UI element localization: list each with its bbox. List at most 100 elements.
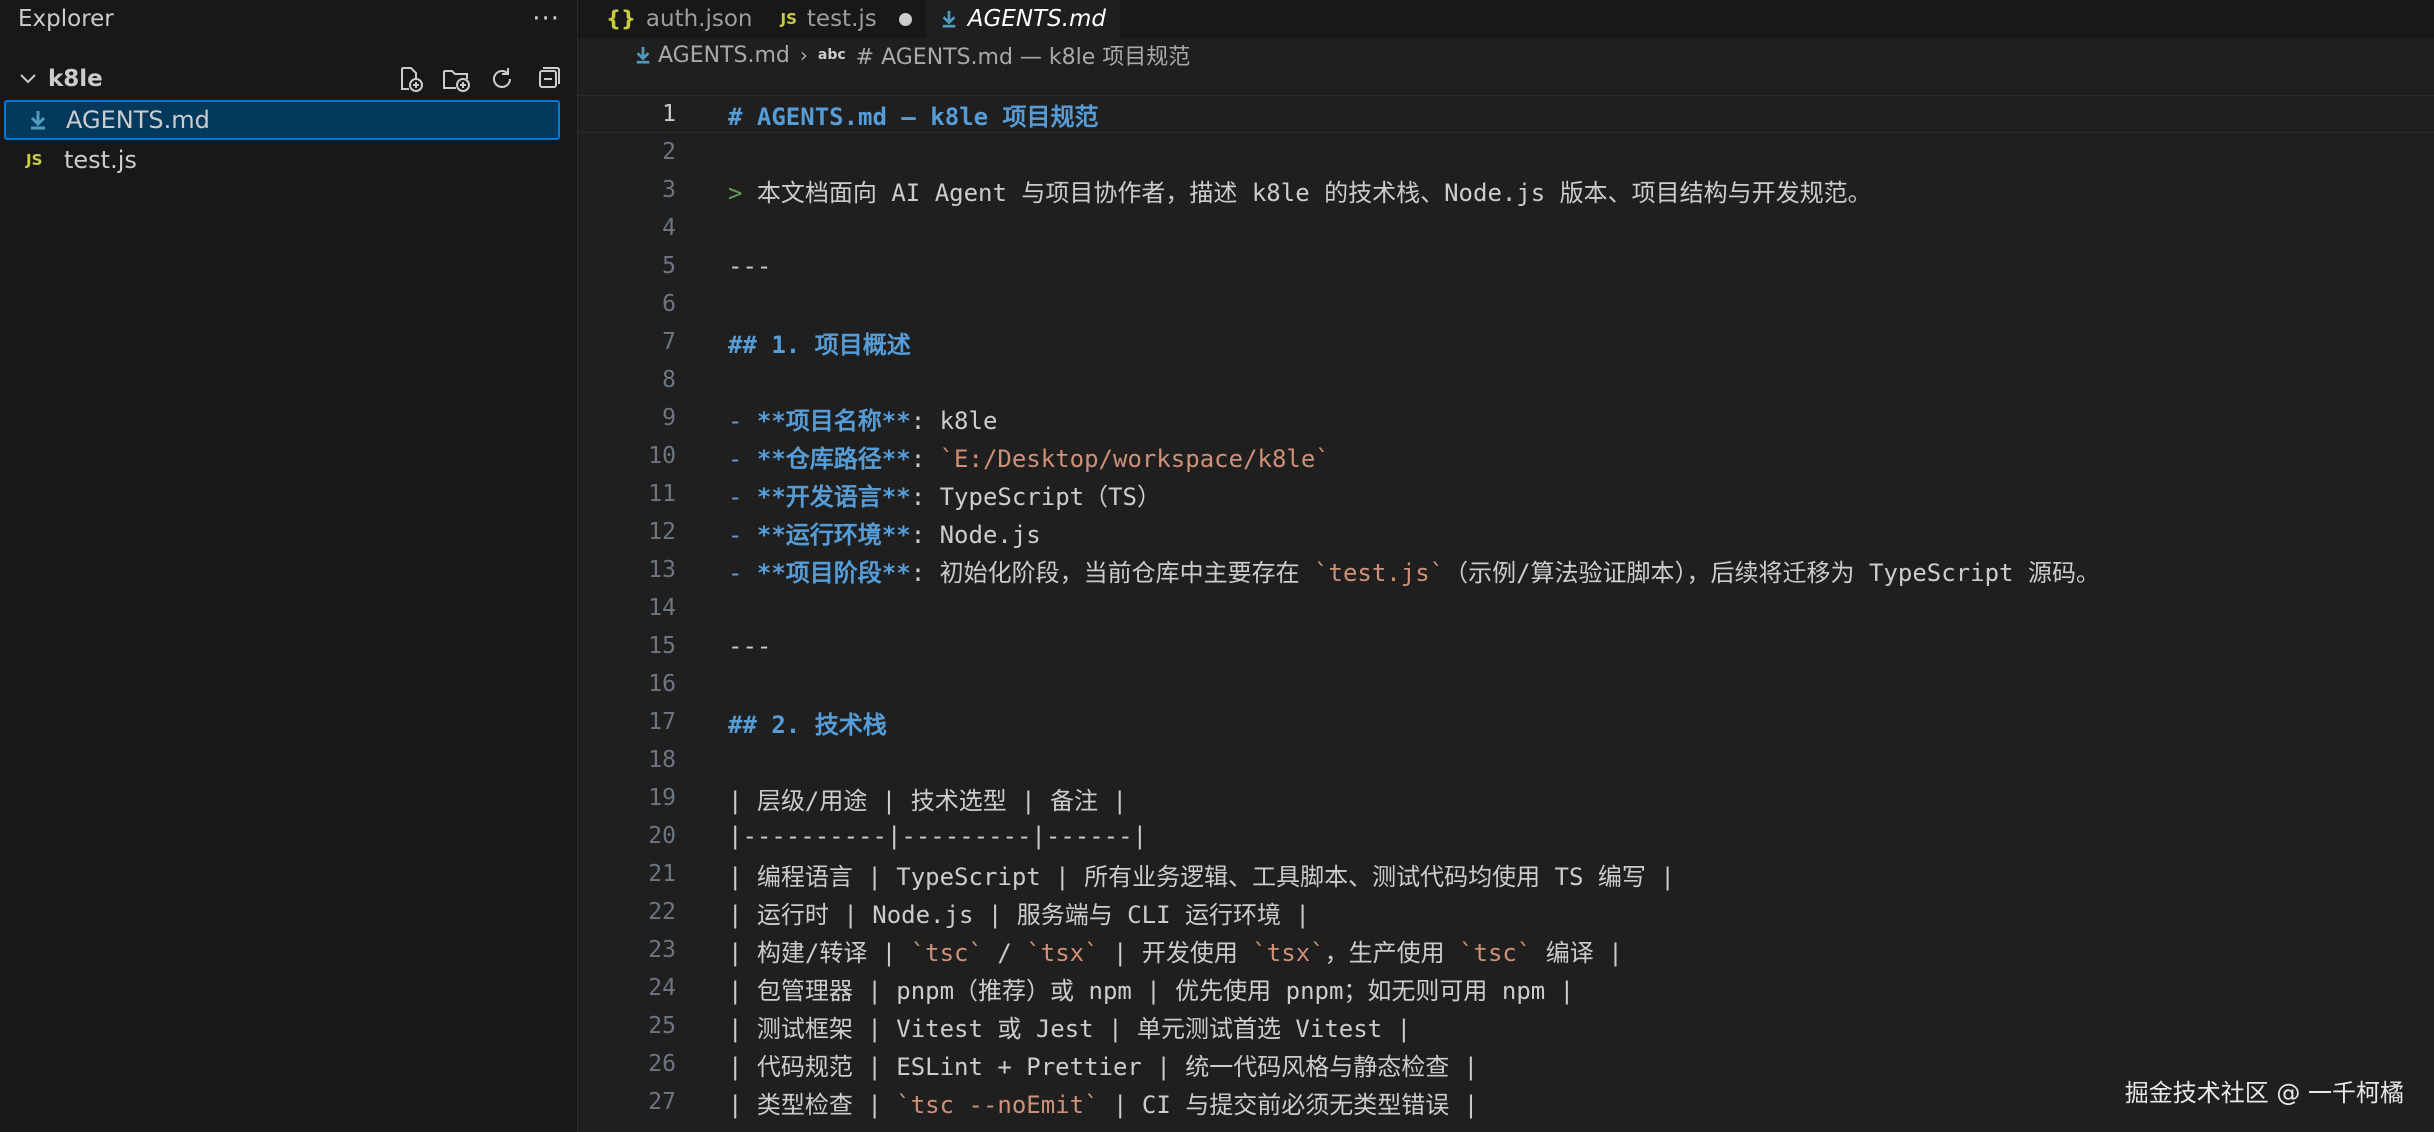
code-line[interactable]: 20 |----------|---------|------| xyxy=(578,817,2434,855)
code-token: --- xyxy=(728,252,772,280)
line-number: 11 xyxy=(648,481,676,507)
file-name: test.js xyxy=(64,146,137,174)
code-token: - xyxy=(728,482,757,511)
string-symbol-icon: abc xyxy=(817,47,846,63)
code-line[interactable]: 8 xyxy=(578,361,2434,399)
new-file-icon xyxy=(401,67,423,92)
folder-row-k8le[interactable]: k8le xyxy=(0,58,578,100)
line-text: ## 1. 项目概述 xyxy=(676,325,911,360)
code-line[interactable]: 4 xyxy=(578,209,2434,247)
line-number: 1 xyxy=(662,101,676,127)
code-line[interactable]: 21 | 编程语言 | TypeScript | 所有业务逻辑、工具脚本、测试代码… xyxy=(578,855,2434,893)
code-token: `tsc` xyxy=(910,938,983,967)
code-line[interactable]: 22 | 运行时 | Node.js | 服务端与 CLI 运行环境 | xyxy=(578,893,2434,931)
more-actions-button[interactable]: ··· xyxy=(532,4,560,34)
file-item-test-js[interactable]: JS test.js xyxy=(0,140,578,180)
code-token: **运行环境** xyxy=(756,520,911,549)
code-line[interactable]: 13- **项目阶段**: 初始化阶段，当前仓库中主要存在 `test.js`（… xyxy=(578,551,2434,589)
code-line[interactable]: 5 --- xyxy=(578,247,2434,285)
code-line[interactable]: 16 xyxy=(578,665,2434,703)
markdown-file-icon xyxy=(942,10,956,28)
code-line[interactable]: 17 ## 2. 技术栈 xyxy=(578,703,2434,741)
unsaved-dot-icon[interactable] xyxy=(898,12,912,26)
line-text: - **项目阶段**: 初始化阶段，当前仓库中主要存在 `test.js`（示例… xyxy=(676,553,2100,588)
javascript-file-icon: JS xyxy=(780,10,797,28)
code-line[interactable]: 24 | 包管理器 | pnpm（推荐）或 npm | 优先使用 pnpm；如无则… xyxy=(578,969,2434,1007)
line-number: 17 xyxy=(648,709,676,735)
code-token: : k8le xyxy=(910,406,998,435)
line-number: 4 xyxy=(662,215,676,241)
tab-label: auth.json xyxy=(645,6,753,32)
file-name: AGENTS.md xyxy=(66,106,210,134)
line-text: ## 2. 技术栈 xyxy=(676,705,887,740)
line-number: 12 xyxy=(648,519,676,545)
code-line[interactable]: 7 ## 1. 项目概述 xyxy=(578,323,2434,361)
code-line[interactable]: 23 | 构建/转译 | `tsc` / `tsx` | 开发使用 `tsx`，生… xyxy=(578,931,2434,969)
code-token: | 代码规范 | ESLint + Prettier | 统一代码风格与静态检查… xyxy=(728,1052,1479,1081)
breadcrumb-file[interactable]: AGENTS.md xyxy=(658,43,790,68)
code-line[interactable]: 6 xyxy=(578,285,2434,323)
code-token: 编译 | xyxy=(1531,938,1623,967)
file-item-agents-md[interactable]: AGENTS.md xyxy=(4,100,560,140)
javascript-file-icon: JS xyxy=(26,151,43,169)
line-number: 3 xyxy=(662,177,676,203)
line-text: | 层级/用途 | 技术选型 | 备注 | xyxy=(676,781,1127,816)
code-token: | CI 与提交前必须无类型错误 | xyxy=(1098,1090,1479,1119)
code-line[interactable]: 19 | 层级/用途 | 技术选型 | 备注 | xyxy=(578,779,2434,817)
code-line[interactable]: 9- **项目名称**: k8le xyxy=(578,399,2434,437)
line-text: | 编程语言 | TypeScript | 所有业务逻辑、工具脚本、测试代码均使… xyxy=(676,857,1675,892)
line-number: 8 xyxy=(662,367,676,393)
code-line[interactable]: 1 # AGENTS.md — k8le 项目规范 xyxy=(578,95,2434,133)
code-token: `tsx` xyxy=(1252,938,1325,967)
code-line[interactable]: 14 xyxy=(578,589,2434,627)
code-line[interactable]: 2 xyxy=(578,133,2434,171)
code-token: `E:/Desktop/workspace/k8le` xyxy=(939,444,1330,473)
explorer-header: Explorer ··· xyxy=(0,0,578,38)
code-token: : 初始化阶段，当前仓库中主要存在 xyxy=(910,558,1315,587)
editor-group: {} auth.json JS test.js AGENTS.md AGENTS… xyxy=(578,0,2434,1132)
line-number: 21 xyxy=(648,861,676,887)
code-token: ## 1. 项目概述 xyxy=(728,330,911,359)
code-token: | 层级/用途 | 技术选型 | 备注 | xyxy=(728,786,1127,815)
refresh-button[interactable] xyxy=(486,63,518,95)
code-token: | 类型检查 | xyxy=(728,1090,897,1119)
line-text: --- xyxy=(676,632,771,660)
code-line[interactable]: 12- **运行环境**: Node.js xyxy=(578,513,2434,551)
code-token: `test.js` xyxy=(1314,558,1445,587)
code-line[interactable]: 18 xyxy=(578,741,2434,779)
new-folder-button[interactable] xyxy=(440,63,472,95)
tab-label: AGENTS.md xyxy=(967,6,1107,32)
code-token: `tsc --noEmit` xyxy=(896,1090,1099,1119)
collapse-all-button[interactable] xyxy=(532,63,564,95)
json-file-icon: {} xyxy=(606,7,636,31)
code-token: | 开发使用 xyxy=(1098,938,1253,967)
code-editor[interactable]: 1 # AGENTS.md — k8le 项目规范 2 3 > 本文档面向 AI Age… xyxy=(578,95,2434,1121)
code-token: |----------|---------|------| xyxy=(728,822,1148,850)
explorer-sidebar: Explorer ··· k8le AGENTS.md JS test.js xyxy=(0,0,578,1132)
new-file-button[interactable] xyxy=(394,63,426,95)
tab-auth-json[interactable]: {} auth.json xyxy=(592,0,767,38)
line-number: 16 xyxy=(648,671,676,697)
line-number: 9 xyxy=(662,405,676,431)
code-line[interactable]: 11- **开发语言**: TypeScript（TS） xyxy=(578,475,2434,513)
code-line[interactable]: 25 | 测试框架 | Vitest 或 Jest | 单元测试首选 Vitest… xyxy=(578,1007,2434,1045)
vscode-window: Explorer ··· k8le AGENTS.md JS test.js {… xyxy=(0,0,2434,1132)
line-text: --- xyxy=(676,252,771,280)
code-token: `tsx` xyxy=(1026,938,1099,967)
code-line[interactable]: 10- **仓库路径**: `E:/Desktop/workspace/k8le… xyxy=(578,437,2434,475)
line-number: 22 xyxy=(648,899,676,925)
code-line[interactable]: 15 --- xyxy=(578,627,2434,665)
code-token: | 测试框架 | Vitest 或 Jest | 单元测试首选 Vitest | xyxy=(728,1014,1412,1043)
line-text: - **仓库路径**: `E:/Desktop/workspace/k8le` xyxy=(676,439,1330,474)
line-number: 14 xyxy=(648,595,676,621)
code-line[interactable]: 3 > 本文档面向 AI Agent 与项目协作者，描述 k8le 的技术栈、No… xyxy=(578,171,2434,209)
line-number: 24 xyxy=(648,975,676,1001)
line-text: - **运行环境**: Node.js xyxy=(676,515,1041,550)
tab-agents-md[interactable]: AGENTS.md xyxy=(925,0,1121,38)
code-token: **项目阶段** xyxy=(756,558,911,587)
line-number: 26 xyxy=(648,1051,676,1077)
line-number: 13 xyxy=(648,557,676,583)
code-token: --- xyxy=(728,632,772,660)
tab-test-js[interactable]: JS test.js xyxy=(767,0,926,38)
breadcrumb-symbol[interactable]: # AGENTS.md — k8le 项目规范 xyxy=(856,39,1191,71)
